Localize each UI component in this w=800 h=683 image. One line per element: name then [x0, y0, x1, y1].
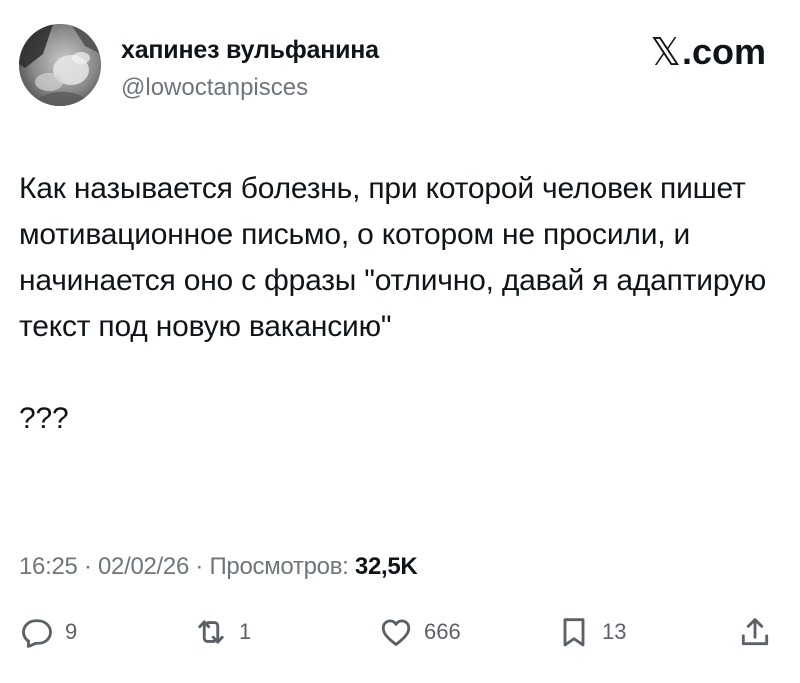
repost-count: 1 [239, 619, 252, 644]
bookmark-button[interactable]: 13 [556, 612, 626, 652]
avatar-photo [19, 24, 101, 106]
tweet-paragraph: Как называется болезнь, при которой чело… [19, 172, 767, 343]
tweet-paragraph: ??? [19, 402, 69, 435]
reply-button[interactable]: 9 [19, 612, 77, 652]
like-icon [381, 619, 411, 646]
repost-icon [198, 620, 224, 644]
author-handle[interactable]: @lowoctanpisces [121, 74, 308, 102]
brand-watermark: 𝕏 .com [650, 30, 766, 74]
like-count: 666 [424, 619, 461, 644]
brand-domain: .com [681, 31, 766, 72]
avatar[interactable] [19, 24, 101, 106]
meta-separator: · [83, 553, 98, 580]
bookmark-icon [563, 618, 585, 647]
tweet-text: Как называется болезнь, при которой чело… [19, 166, 781, 442]
author-display-name[interactable]: хапинез вульфанина [121, 36, 379, 65]
action-bar: 9 1 666 13 [0, 612, 800, 652]
meta-separator: · [195, 553, 210, 580]
tweet-date[interactable]: 02/02/26 [98, 553, 189, 580]
repost-button[interactable]: 1 [193, 612, 251, 652]
x-logo-icon: 𝕏 [650, 30, 681, 74]
tweet-metadata: 16:25 · 02/02/26 · Просмотров: 32,5K [19, 553, 418, 581]
reply-icon [22, 619, 52, 648]
bookmark-count: 13 [602, 619, 627, 644]
tweet-time[interactable]: 16:25 [19, 553, 78, 580]
like-button[interactable]: 666 [378, 612, 461, 652]
share-button[interactable] [737, 612, 773, 652]
tweet-card: хапинез вульфанина @lowoctanpisces 𝕏 .co… [0, 0, 800, 683]
views-count: 32,5K [354, 553, 418, 580]
share-icon [741, 618, 769, 646]
reply-count: 9 [65, 619, 78, 644]
views-label: Просмотров: [209, 553, 349, 580]
